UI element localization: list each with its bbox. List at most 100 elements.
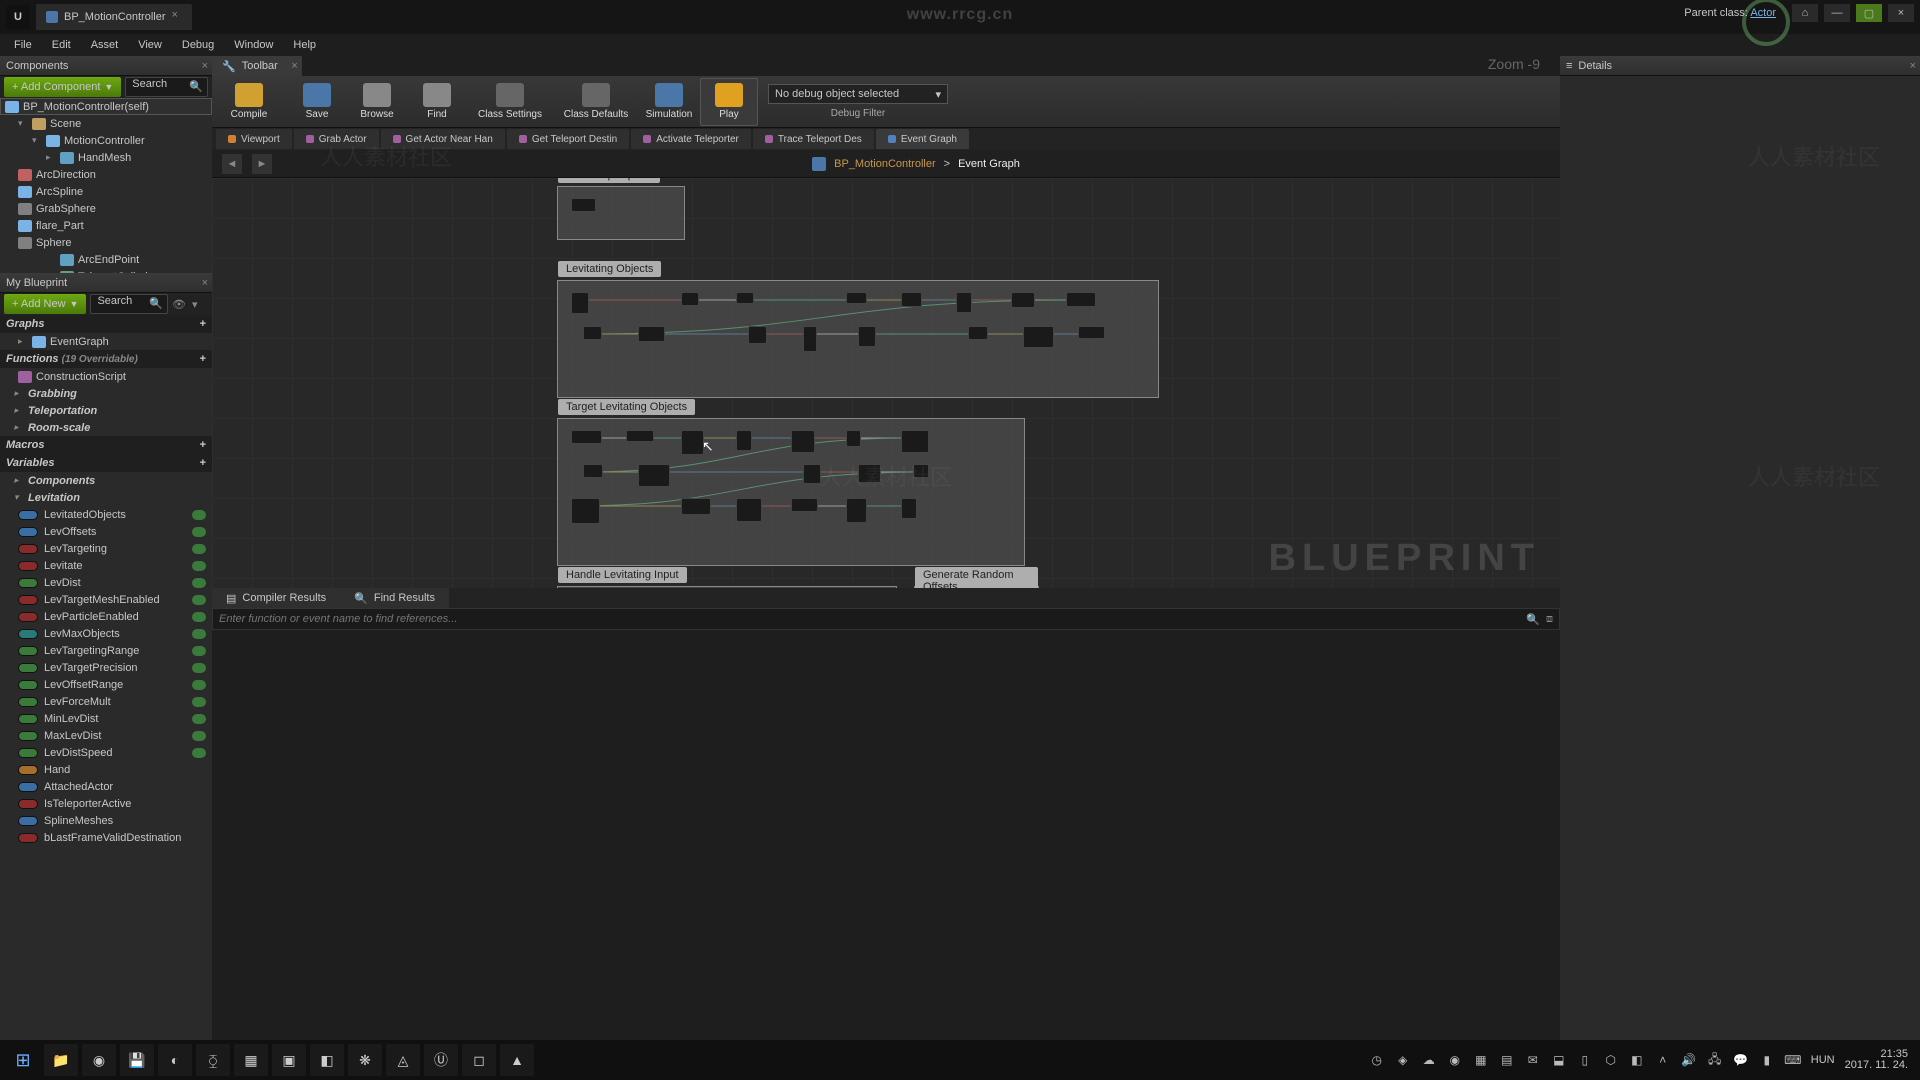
graph-tab-activate-teleporter[interactable]: Activate Teleporter <box>631 129 751 149</box>
graph-node[interactable] <box>571 498 600 524</box>
instance-editable-icon[interactable] <box>192 680 206 690</box>
section-variables[interactable]: Variables+ <box>0 454 212 472</box>
taskbar-app-icon[interactable]: ◐ <box>158 1044 192 1076</box>
graph-node[interactable] <box>1078 326 1105 339</box>
graph-tab-get-actor-near-han[interactable]: Get Actor Near Han <box>381 129 505 149</box>
instance-editable-icon[interactable] <box>192 748 206 758</box>
tray-icon[interactable]: ◧ <box>1629 1052 1645 1068</box>
close-tab-icon[interactable]: × <box>172 9 186 23</box>
tray-clock[interactable]: 21:35 2017. 11. 24. <box>1845 1049 1908 1071</box>
add-macro-icon[interactable]: + <box>200 439 206 451</box>
tray-icon[interactable]: ◈ <box>1395 1052 1411 1068</box>
tray-volume-icon[interactable]: 🔊 <box>1681 1052 1697 1068</box>
graph-node[interactable] <box>956 292 972 313</box>
graph-node[interactable] <box>791 430 815 453</box>
taskbar-app-icon[interactable]: ◧ <box>310 1044 344 1076</box>
save-button[interactable]: Save <box>288 78 346 126</box>
tray-network-icon[interactable]: 🖧 <box>1707 1052 1723 1068</box>
graph-node[interactable] <box>858 464 881 483</box>
graph-node[interactable] <box>736 292 754 304</box>
component-sphere[interactable]: Sphere <box>0 234 212 251</box>
graph-tab-event-graph[interactable]: Event Graph <box>876 129 969 149</box>
tray-icon[interactable]: ⬡ <box>1603 1052 1619 1068</box>
binoculars-icon[interactable]: ⧈ <box>1546 613 1553 626</box>
graph-tab-trace-teleport-des[interactable]: Trace Teleport Des <box>753 129 874 149</box>
event-graph-canvas[interactable]: BLUEPRINT Levitate pull/pushLevitating O… <box>212 178 1560 588</box>
menu-edit[interactable]: Edit <box>42 37 81 53</box>
comment-label[interactable]: Levitating Objects <box>558 261 661 277</box>
tray-icon[interactable]: ⬓ <box>1551 1052 1567 1068</box>
close-panel-icon[interactable]: × <box>1910 60 1916 72</box>
tray-discord-icon[interactable]: ◉ <box>1447 1052 1463 1068</box>
debug-object-dropdown[interactable]: No debug object selected▾ <box>768 84 948 104</box>
graph-node[interactable] <box>846 498 867 523</box>
toolbar-tab[interactable]: 🔧 Toolbar × <box>212 56 302 76</box>
graph-tab-viewport[interactable]: Viewport <box>216 129 292 149</box>
variable-maxlevdist[interactable]: MaxLevDist <box>0 727 212 744</box>
browse-button[interactable]: Browse <box>348 78 406 126</box>
component-motioncontroller[interactable]: ▾MotionController <box>0 132 212 149</box>
graph-node[interactable] <box>1023 326 1054 348</box>
graph-node[interactable] <box>681 498 711 515</box>
category-roomscale[interactable]: ▸Room-scale <box>0 419 212 436</box>
component-root[interactable]: BP_MotionController(self) <box>0 98 212 115</box>
compile-button[interactable]: Compile <box>220 78 278 126</box>
taskbar-app-icon[interactable]: ❋ <box>348 1044 382 1076</box>
instance-editable-icon[interactable] <box>192 714 206 724</box>
tray-icon[interactable]: ◷ <box>1369 1052 1385 1068</box>
graph-node[interactable] <box>791 498 818 512</box>
variable-attachedactor[interactable]: AttachedActor <box>0 778 212 795</box>
close-panel-icon[interactable]: × <box>202 277 208 289</box>
instance-editable-icon[interactable] <box>192 510 206 520</box>
category-teleportation[interactable]: ▸Teleportation <box>0 402 212 419</box>
graph-node[interactable] <box>913 464 929 478</box>
variable-hand[interactable]: Hand <box>0 761 212 778</box>
instance-editable-icon[interactable] <box>192 663 206 673</box>
add-variable-icon[interactable]: + <box>200 457 206 469</box>
comment-box[interactable]: Generate Random Offsets <box>914 586 1039 588</box>
component-arcendpoint[interactable]: ArcEndPoint <box>0 251 212 268</box>
window-minimize-button[interactable]: — <box>1824 4 1850 22</box>
tray-keyboard-icon[interactable]: ⌨ <box>1785 1052 1801 1068</box>
components-panel-header[interactable]: Components × <box>0 56 212 76</box>
instance-editable-icon[interactable] <box>192 527 206 537</box>
blueprint-search-input[interactable]: Search 🔍 <box>90 294 168 314</box>
instance-editable-icon[interactable] <box>192 731 206 741</box>
components-tree[interactable]: ▾Scene▾MotionController▸HandMeshArcDirec… <box>0 115 212 273</box>
tray-icon[interactable]: ▤ <box>1499 1052 1515 1068</box>
instance-editable-icon[interactable] <box>192 697 206 707</box>
graph-node[interactable] <box>736 498 762 522</box>
taskbar-sublime-icon[interactable]: ▦ <box>234 1044 268 1076</box>
view-options-icon[interactable]: 👁 <box>172 298 188 311</box>
menu-window[interactable]: Window <box>224 37 283 53</box>
graph-tab-grab-actor[interactable]: Grab Actor <box>294 129 379 149</box>
component-flare_part[interactable]: flare_Part <box>0 217 212 234</box>
function-constructionscript[interactable]: ConstructionScript <box>0 368 212 385</box>
close-tab-icon[interactable]: × <box>291 60 297 72</box>
component-arcspline[interactable]: ArcSpline <box>0 183 212 200</box>
search-icon[interactable]: 🔍 <box>1526 613 1540 626</box>
taskbar-app-icon[interactable]: ◻ <box>462 1044 496 1076</box>
variable-levmaxobjects[interactable]: LevMaxObjects <box>0 625 212 642</box>
breadcrumb-blueprint[interactable]: BP_MotionController <box>834 158 936 170</box>
taskbar-app-icon[interactable]: ▣ <box>272 1044 306 1076</box>
var-category-levitation[interactable]: ▾Levitation <box>0 489 212 506</box>
graph-node[interactable] <box>1011 292 1035 308</box>
simulation-button[interactable]: Simulation <box>640 78 698 126</box>
instance-editable-icon[interactable] <box>192 561 206 571</box>
graph-node[interactable] <box>858 326 876 347</box>
graph-node[interactable] <box>626 430 654 442</box>
details-panel-header[interactable]: ≡ Details × <box>1560 56 1920 76</box>
start-button[interactable]: ⊞ <box>6 1044 40 1076</box>
tray-language[interactable]: HUN <box>1811 1054 1835 1066</box>
variable-levdistspeed[interactable]: LevDistSpeed <box>0 744 212 761</box>
graph-node[interactable] <box>681 430 704 455</box>
tab-compiler-results[interactable]: ▤Compiler Results <box>212 588 340 608</box>
variable-levitatedobjects[interactable]: LevitatedObjects <box>0 506 212 523</box>
graph-node[interactable] <box>571 430 602 444</box>
taskbar-explorer-icon[interactable]: 📁 <box>44 1044 78 1076</box>
variable-levitate[interactable]: Levitate <box>0 557 212 574</box>
section-macros[interactable]: Macros+ <box>0 436 212 454</box>
variable-levtargetingrange[interactable]: LevTargetingRange <box>0 642 212 659</box>
document-tab[interactable]: BP_MotionController × <box>36 4 192 30</box>
